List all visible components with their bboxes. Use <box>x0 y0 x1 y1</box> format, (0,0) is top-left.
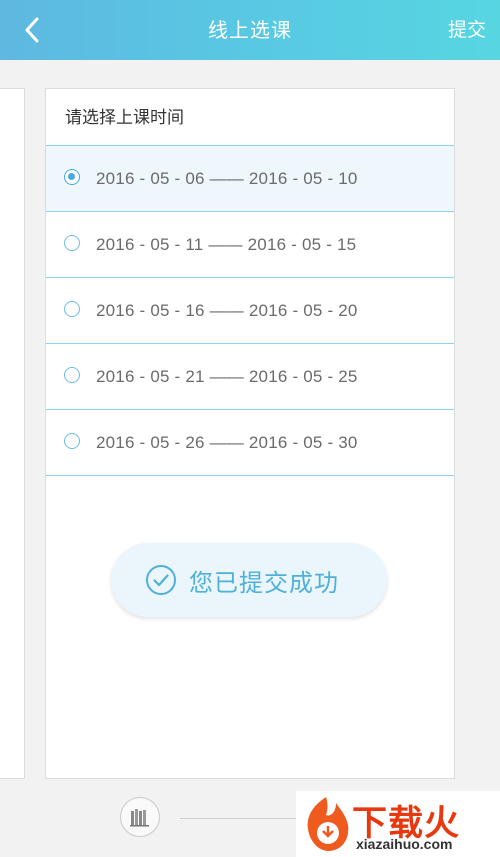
time-selection-card: 请选择上课时间 2016 - 05 - 06 —— 2016 - 05 - 10… <box>45 88 455 779</box>
radio-button[interactable] <box>64 235 80 251</box>
radio-button[interactable] <box>64 301 80 317</box>
bottom-divider <box>180 818 300 819</box>
time-option[interactable]: 2016 - 05 - 26 —— 2016 - 05 - 30 <box>46 410 454 476</box>
card-title: 请选择上课时间 <box>46 89 454 146</box>
time-option[interactable]: 2016 - 05 - 06 —— 2016 - 05 - 10 <box>46 146 454 212</box>
course-shelf-button[interactable] <box>120 797 160 837</box>
check-circle-icon <box>145 564 177 596</box>
page-title: 线上选课 <box>208 18 292 42</box>
submit-button[interactable]: 提交 <box>448 0 486 60</box>
books-icon <box>130 809 149 827</box>
time-range-label: 2016 - 05 - 21 —— 2016 - 05 - 25 <box>96 367 358 386</box>
previous-card-edge[interactable] <box>0 88 25 779</box>
watermark-domain: xiazaihuo.com <box>356 836 453 852</box>
time-range-label: 2016 - 05 - 16 —— 2016 - 05 - 20 <box>96 301 358 320</box>
radio-button[interactable] <box>64 367 80 383</box>
watermark: 下载火 xiazaihuo.com <box>296 791 500 857</box>
time-option[interactable]: 2016 - 05 - 21 —— 2016 - 05 - 25 <box>46 344 454 410</box>
header-bar: 线上选课 提交 <box>0 0 500 60</box>
time-option[interactable]: 2016 - 05 - 16 —— 2016 - 05 - 20 <box>46 278 454 344</box>
time-range-label: 2016 - 05 - 06 —— 2016 - 05 - 10 <box>96 169 358 188</box>
radio-button[interactable] <box>64 433 80 449</box>
flame-logo-icon <box>307 797 349 851</box>
radio-dot <box>68 173 75 180</box>
radio-button[interactable] <box>64 169 80 185</box>
time-range-label: 2016 - 05 - 26 —— 2016 - 05 - 30 <box>96 433 358 452</box>
toast-message: 您已提交成功 <box>189 568 339 597</box>
time-option[interactable]: 2016 - 05 - 11 —— 2016 - 05 - 15 <box>46 212 454 278</box>
success-toast: 您已提交成功 <box>111 543 387 617</box>
time-range-label: 2016 - 05 - 11 —— 2016 - 05 - 15 <box>96 235 357 254</box>
